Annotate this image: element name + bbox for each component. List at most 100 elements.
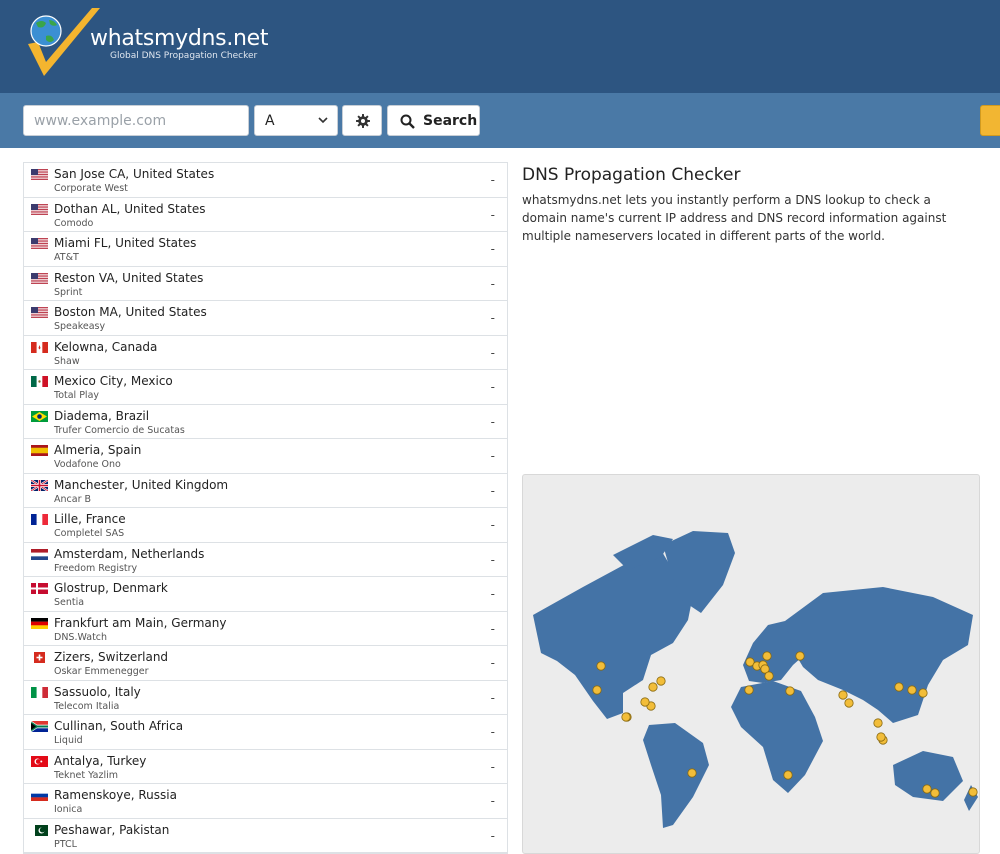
settings-button[interactable] [342,105,382,136]
gear-icon [356,114,370,128]
server-row: Mexico City, Mexico Total Play - [24,370,507,405]
server-marker[interactable] [648,682,658,692]
server-row: Kelowna, Canada Shaw - [24,335,507,370]
server-provider: Vodafone Ono [54,459,121,470]
server-row: Antalya, Turkey Teknet Yazlim - [24,749,507,784]
server-result: - [490,552,495,567]
server-row: Glostrup, Denmark Sentia - [24,577,507,612]
server-marker[interactable] [687,768,697,778]
server-marker[interactable] [783,770,793,780]
server-marker[interactable] [873,718,883,728]
server-marker[interactable] [922,784,932,794]
server-result: - [490,759,495,774]
server-result: - [490,345,495,360]
server-marker[interactable] [844,698,854,708]
australia-shape [893,751,963,801]
server-marker[interactable] [744,685,754,695]
server-result: - [490,656,495,670]
server-location: Almeria, Spain [54,443,142,457]
server-location: Dothan AL, United States [54,201,206,216]
server-location: Ramenskoye, Russia [54,788,177,802]
server-location: Miami FL, United States [54,236,197,250]
server-row: Manchester, United Kingdom Ancar B - [24,473,507,508]
server-marker[interactable] [592,685,602,695]
server-marker[interactable] [596,661,606,671]
site-header: whatsmydns.net Global DNS Propagation Ch… [0,0,1000,93]
server-provider: Total Play [54,390,100,401]
server-result: - [490,311,495,325]
server-marker[interactable] [838,690,848,700]
record-type-select[interactable]: A [254,105,338,136]
server-row: Sassuolo, Italy Telecom Italia - [24,680,507,715]
record-type-value: A [265,113,275,129]
server-marker[interactable] [930,788,940,798]
server-marker[interactable] [621,712,631,722]
flag-us-icon [31,238,48,249]
server-result: - [490,690,495,705]
flag-ch-icon [31,652,48,663]
server-marker[interactable] [785,686,795,696]
flag-tr-icon [31,755,48,767]
server-result: - [490,483,495,498]
server-provider: Completel SAS [54,528,125,539]
server-result: - [490,828,495,843]
server-provider: Ionica [54,804,83,815]
server-location: Manchester, United Kingdom [54,477,229,492]
page-title: DNS Propagation Checker [522,165,741,185]
server-marker[interactable] [876,732,886,742]
search-button[interactable]: Search [387,105,480,136]
server-marker[interactable] [764,671,774,681]
server-row: Almeria, Spain Vodafone Ono - [24,439,507,474]
server-marker[interactable] [918,688,928,698]
south-america-shape [643,723,709,828]
server-marker[interactable] [656,676,666,686]
server-location: Cullinan, South Africa [54,719,184,733]
server-location: Peshawar, Pakistan [54,822,170,837]
site-logo[interactable]: whatsmydns.net Global DNS Propagation Ch… [22,6,269,82]
search-button-label: Search [423,113,478,129]
server-provider: AT&T [54,252,79,263]
server-result: - [490,207,495,222]
server-provider: Ancar B [54,493,92,505]
server-row: Ramenskoye, Russia Ionica - [24,784,507,819]
world-map-graphic [533,531,978,828]
server-provider: Speakeasy [54,321,106,332]
yellow-action-button[interactable] [980,105,1000,136]
flag-za-icon [31,721,48,732]
server-provider: PTCL [54,838,77,850]
server-provider: Sentia [54,597,85,608]
server-provider: Trufer Comercio de Sucatas [54,424,185,436]
server-row: Cullinan, South Africa Liquid - [24,715,507,750]
server-marker[interactable] [762,651,772,661]
server-provider: Teknet Yazlim [54,769,118,781]
dns-server-list: San Jose CA, United States Corporate West… [23,162,508,854]
flag-us-icon [31,169,48,180]
server-marker[interactable] [907,685,917,695]
server-location: Zizers, Switzerland [54,650,169,664]
domain-input[interactable] [23,105,249,136]
server-result: - [490,449,495,463]
flag-mx-icon [31,376,48,387]
server-row: Amsterdam, Netherlands Freedom Registry - [24,542,507,577]
server-result: - [490,276,495,291]
server-result: - [490,621,495,636]
flag-nl-icon [31,548,48,560]
flag-us-icon [31,307,48,318]
server-provider: Freedom Registry [54,562,138,574]
server-provider: Liquid [54,735,83,746]
server-location: Kelowna, Canada [54,339,158,354]
server-location: Amsterdam, Netherlands [54,546,205,561]
server-marker[interactable] [968,787,978,797]
server-result: - [490,725,495,739]
flag-pk-icon [31,824,48,836]
server-marker[interactable] [640,697,650,707]
server-result: - [490,242,495,256]
server-row: Peshawar, Pakistan PTCL - [24,818,507,853]
search-icon [400,114,415,129]
server-marker[interactable] [894,682,904,692]
server-result: - [490,794,495,808]
server-marker[interactable] [795,651,805,661]
flag-ru-icon [31,790,48,801]
server-location: Reston VA, United States [54,270,204,285]
server-result: - [490,380,495,394]
